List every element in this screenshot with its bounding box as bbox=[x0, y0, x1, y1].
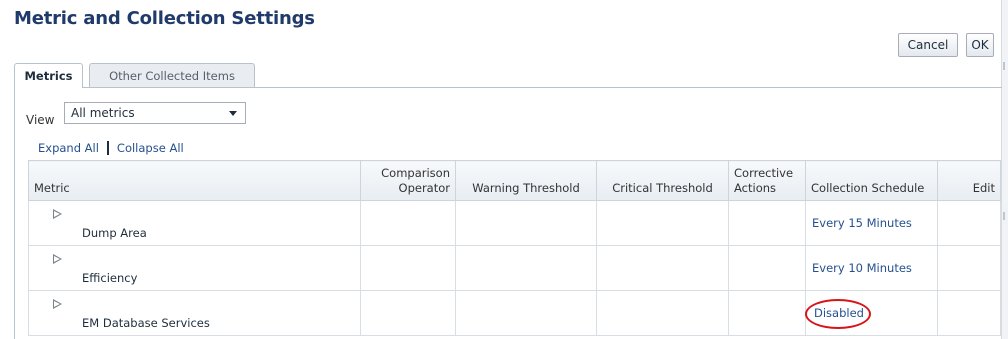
collection-schedule-link[interactable]: Every 15 Minutes bbox=[812, 216, 912, 230]
expand-all-link[interactable]: Expand All bbox=[38, 141, 99, 155]
chevron-down-icon bbox=[229, 111, 237, 116]
tab-other-collected-items[interactable]: Other Collected Items bbox=[89, 63, 255, 87]
warning-threshold-cell bbox=[455, 290, 597, 336]
scroll-mark bbox=[1003, 62, 1005, 70]
metric-cell: EM Database Services bbox=[28, 290, 361, 336]
view-select-value: All metrics bbox=[71, 106, 135, 120]
scroll-mark bbox=[1003, 212, 1005, 220]
table-row: Dump Area Every 15 Minutes bbox=[28, 200, 1001, 246]
column-header-collection-schedule[interactable]: Collection Schedule bbox=[805, 160, 938, 201]
column-header-warning-threshold[interactable]: Warning Threshold bbox=[455, 160, 597, 201]
column-header-corrective-actions[interactable]: Corrective Actions bbox=[728, 160, 806, 201]
metric-cell: Efficiency bbox=[28, 245, 361, 291]
tab-metrics[interactable]: Metrics bbox=[14, 63, 83, 88]
expand-collapse-links: Expand All Collapse All bbox=[38, 141, 184, 155]
comparison-operator-cell bbox=[360, 290, 456, 336]
collection-schedule-cell: Disabled bbox=[805, 290, 938, 336]
cancel-button[interactable]: Cancel bbox=[898, 33, 958, 57]
corrective-actions-cell bbox=[728, 245, 806, 291]
edit-cell[interactable] bbox=[937, 290, 1001, 336]
column-header-comparison-operator[interactable]: Comparison Operator bbox=[360, 160, 456, 201]
column-header-edit[interactable]: Edit bbox=[937, 160, 1001, 201]
collapse-all-link[interactable]: Collapse All bbox=[117, 141, 184, 155]
expand-triangle-icon[interactable] bbox=[53, 254, 62, 264]
comparison-operator-cell bbox=[360, 200, 456, 246]
edit-cell[interactable] bbox=[937, 245, 1001, 291]
corrective-actions-cell bbox=[728, 200, 806, 246]
critical-threshold-cell bbox=[596, 245, 729, 291]
critical-threshold-cell bbox=[596, 200, 729, 246]
metrics-table: Metric Comparison Operator Warning Thres… bbox=[28, 160, 1001, 336]
edit-cell[interactable] bbox=[937, 200, 1001, 246]
expand-triangle-icon[interactable] bbox=[53, 299, 62, 309]
critical-threshold-cell bbox=[596, 290, 729, 336]
table-header-row: Metric Comparison Operator Warning Thres… bbox=[28, 160, 1001, 201]
collection-schedule-cell: Every 15 Minutes bbox=[805, 200, 938, 246]
expand-triangle-icon[interactable] bbox=[53, 209, 62, 219]
table-row: EM Database Services Disabled bbox=[28, 290, 1001, 336]
metric-name: Efficiency bbox=[82, 271, 138, 285]
ok-button[interactable]: OK bbox=[966, 33, 994, 57]
comparison-operator-cell bbox=[360, 245, 456, 291]
metric-cell: Dump Area bbox=[28, 200, 361, 246]
collection-schedule-link[interactable]: Every 10 Minutes bbox=[812, 261, 912, 275]
link-separator bbox=[106, 141, 109, 155]
collection-schedule-cell: Every 10 Minutes bbox=[805, 245, 938, 291]
view-select[interactable]: All metrics bbox=[64, 102, 246, 124]
table-row: Efficiency Every 10 Minutes bbox=[28, 245, 1001, 291]
warning-threshold-cell bbox=[455, 245, 597, 291]
right-scroll-edge[interactable] bbox=[1001, 0, 1008, 339]
column-header-critical-threshold[interactable]: Critical Threshold bbox=[596, 160, 729, 201]
collection-schedule-link[interactable]: Disabled bbox=[805, 299, 871, 329]
warning-threshold-cell bbox=[455, 200, 597, 246]
page-title: Metric and Collection Settings bbox=[14, 8, 315, 29]
column-header-metric[interactable]: Metric bbox=[28, 160, 361, 201]
metric-name: EM Database Services bbox=[82, 316, 210, 330]
view-label: View bbox=[26, 113, 55, 127]
metric-name: Dump Area bbox=[82, 226, 147, 240]
corrective-actions-cell bbox=[728, 290, 806, 336]
